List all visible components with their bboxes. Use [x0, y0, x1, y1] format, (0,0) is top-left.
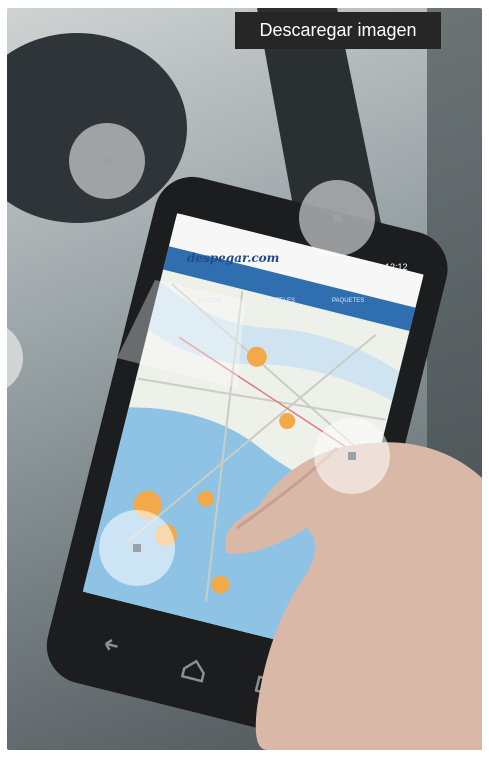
touch-indicator-icon: [7, 328, 23, 388]
tab-vuelos[interactable]: VUELOS: [197, 298, 221, 304]
photo: despegar.com 12:12 VUELOS HOTELES PAQUET…: [7, 8, 482, 750]
touch-indicator-icon: [69, 123, 145, 199]
touch-indicator-icon: [314, 418, 390, 494]
tab-paquetes[interactable]: PAQUETES: [332, 298, 364, 304]
touch-indicator-icon: [299, 180, 375, 256]
touch-indicator-icon: [99, 510, 175, 586]
tab-hoteles[interactable]: HOTELES: [267, 298, 295, 304]
status-time: 12:12: [385, 262, 408, 272]
download-image-button[interactable]: Descaregar imagen: [235, 12, 441, 49]
app-brand-logo: despegar.com: [187, 251, 280, 265]
photo-scene: [7, 8, 482, 750]
